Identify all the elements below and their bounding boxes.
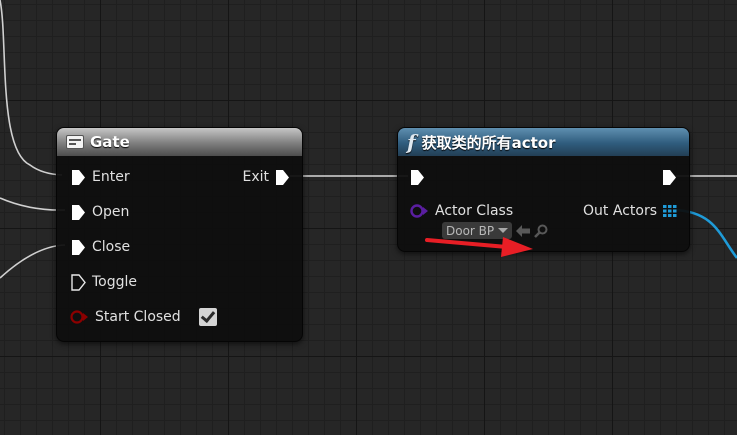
gate-input-toggle[interactable]: Toggle bbox=[71, 272, 143, 292]
gate-macro-icon bbox=[66, 135, 84, 149]
getall-node-header[interactable]: f 获取类的所有actor bbox=[398, 128, 689, 156]
gate-input-enter[interactable]: Enter bbox=[71, 167, 136, 187]
gate-node[interactable]: Gate Enter Open Close Toggle Start Close… bbox=[56, 127, 303, 342]
actor-class-label: Actor Class bbox=[435, 203, 514, 219]
gate-output-exit-label: Exit bbox=[242, 169, 269, 185]
exec-pin-empty-icon[interactable] bbox=[71, 273, 86, 291]
gate-input-start-closed[interactable]: Start Closed bbox=[69, 307, 217, 327]
getall-exec-in[interactable] bbox=[410, 167, 425, 187]
gate-input-toggle-label: Toggle bbox=[92, 274, 138, 290]
gate-node-title: Gate bbox=[90, 133, 130, 151]
out-actors-pin[interactable]: Out Actors bbox=[577, 201, 677, 221]
out-actors-label: Out Actors bbox=[583, 203, 657, 219]
gate-input-start-closed-label: Start Closed bbox=[95, 309, 181, 325]
gate-output-exit[interactable]: Exit bbox=[236, 167, 290, 187]
bool-pin-icon[interactable] bbox=[69, 310, 89, 324]
exec-wire-to-enter bbox=[0, 0, 63, 176]
exec-pin-icon[interactable] bbox=[71, 169, 86, 186]
gate-node-header[interactable]: Gate bbox=[57, 128, 302, 156]
annotation-arrow-icon bbox=[425, 237, 533, 257]
exec-pin-icon[interactable] bbox=[71, 239, 86, 256]
actor-class-pin[interactable]: Actor Class bbox=[409, 201, 519, 221]
exec-pin-icon[interactable] bbox=[71, 204, 86, 221]
class-pin-icon[interactable] bbox=[409, 204, 429, 218]
gate-input-close-label: Close bbox=[92, 239, 131, 255]
function-f-icon: f bbox=[407, 130, 416, 154]
grid-array-icon[interactable] bbox=[663, 205, 677, 217]
getall-exec-out[interactable] bbox=[662, 167, 677, 187]
exec-pin-icon[interactable] bbox=[662, 169, 677, 186]
gate-input-open[interactable]: Open bbox=[71, 202, 135, 222]
exec-pin-icon[interactable] bbox=[410, 169, 425, 186]
gate-input-close[interactable]: Close bbox=[71, 237, 136, 257]
start-closed-checkbox[interactable] bbox=[198, 308, 217, 326]
exec-pin-icon[interactable] bbox=[275, 169, 290, 186]
gate-input-open-label: Open bbox=[92, 204, 130, 220]
gate-input-enter-label: Enter bbox=[92, 169, 130, 185]
getall-node-title: 获取类的所有actor bbox=[421, 133, 556, 152]
